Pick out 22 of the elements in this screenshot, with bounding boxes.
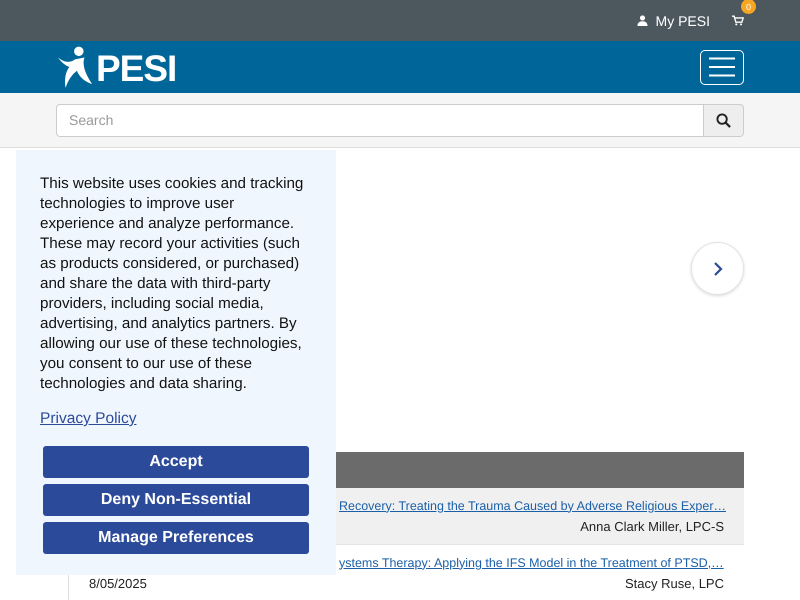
cookie-button[interactable]: Deny Non-Essential [43, 484, 309, 516]
author-text: Anna Clark Miller, LPC-S [580, 518, 724, 534]
user-icon [636, 15, 648, 26]
cookie-button[interactable]: Manage Preferences [43, 522, 309, 554]
figure-logo-icon [56, 45, 94, 89]
menu-button[interactable] [700, 50, 744, 84]
date-text: 8/05/2025 [89, 576, 147, 590]
cart-icon[interactable] [732, 15, 744, 26]
account-link[interactable]: My PESI [636, 12, 710, 28]
author-text: Stacy Ruse, LPC [625, 576, 724, 590]
cookie-message: This website uses cookies and tracking technologies to improve user experience and analyze performance. These may record your activities (such as products considered, or purchased) and share the data with third-party providers, including social media, advertising, and analytics partners. By allowing our use of these technologies, you consent to our use of these technologies and data sharing. [40, 174, 304, 394]
search-button[interactable] [704, 104, 744, 136]
search-field[interactable]: Search [56, 104, 704, 136]
menu-icon [709, 57, 735, 77]
course-title-link[interactable]: Recovery: Treating the Trauma Caused by Adverse Religious Exper… [339, 498, 726, 512]
cart-count-badge: 0 [741, 0, 756, 14]
cookie-button[interactable]: Accept [43, 446, 309, 478]
privacy-policy-link[interactable]: Privacy Policy [40, 410, 136, 428]
course-title-link[interactable]: ystems Therapy: Applying the IFS Model in the Treatment of PTSD,… [339, 556, 724, 570]
logo-text[interactable]: PESI [96, 49, 176, 89]
search-icon [716, 112, 731, 128]
chevron-right-icon [712, 260, 722, 276]
